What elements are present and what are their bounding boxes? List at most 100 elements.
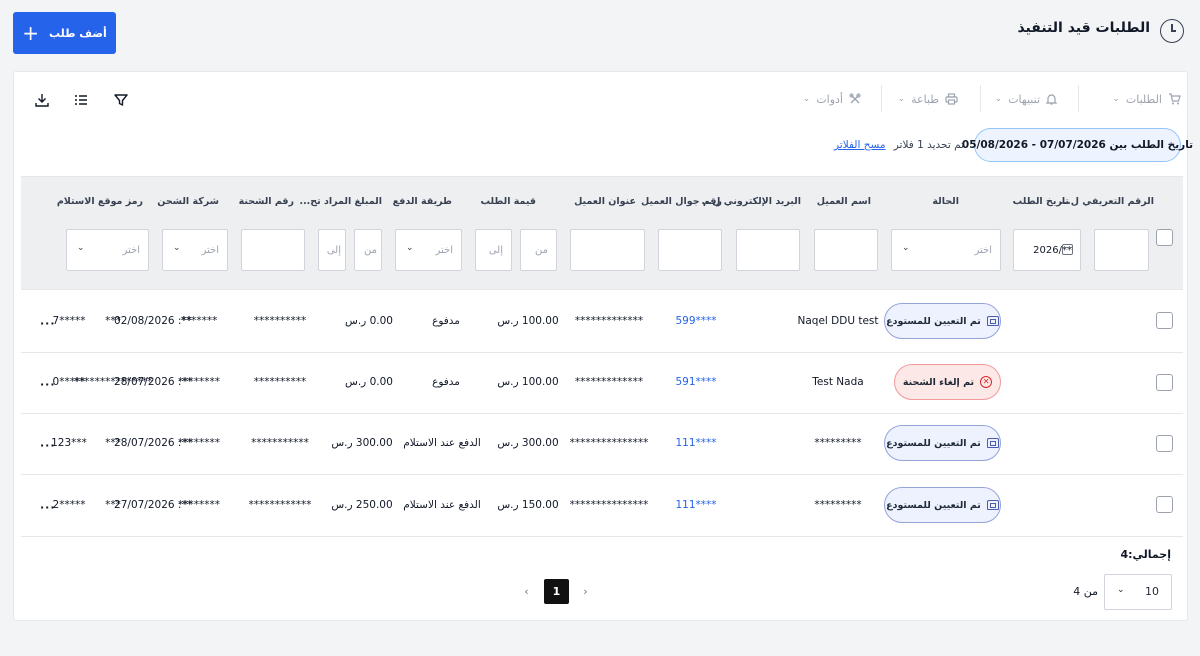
shipment-filter-input[interactable] [241, 229, 305, 271]
status-badge-label: تم إلغاء الشحنة [902, 376, 975, 388]
page-size-select[interactable]: 10 ⌄ [1104, 574, 1172, 610]
warehouse-icon [986, 438, 999, 448]
payment-filter-select[interactable]: اختر ⌄ [395, 229, 462, 271]
email-filter-input[interactable] [736, 229, 800, 271]
date-filter-input[interactable]: **/2026 [1013, 229, 1081, 271]
column-header-order-date[interactable]: تاريخ الطلب [1013, 196, 1069, 207]
download-icon[interactable] [33, 91, 51, 109]
orders-menu[interactable]: الطلبات ⌄ [1112, 91, 1181, 107]
column-header-carrier[interactable]: شركة الشحن [157, 196, 219, 207]
customer-phone[interactable]: ****111 [675, 499, 716, 511]
status-badge: تم التعيين للمستودع [884, 487, 1001, 523]
chevron-down-icon: ⌄ [1117, 585, 1125, 595]
row-checkbox[interactable] [1156, 496, 1173, 513]
column-header-address[interactable]: عنوان العميل [574, 196, 636, 207]
chevron-down-icon: ⌄ [902, 243, 910, 253]
page-button-current[interactable]: 1 [544, 579, 569, 604]
row-checkbox[interactable] [1156, 312, 1173, 329]
customer-address: ************* [574, 315, 644, 327]
selected-filters-count: تم تحديد 1 فلاتر [893, 139, 964, 151]
column-header-order-value[interactable]: قيمة الطلب [480, 196, 536, 207]
row-actions-button[interactable]: ... [40, 315, 56, 328]
column-header-customer-name[interactable]: اسم العميل [817, 196, 871, 207]
order-id[interactable]: ***123 [51, 437, 87, 449]
date-range-filter-chip[interactable]: تاريخ الطلب بين 07/07/2026 - 05/08/2026 [962, 128, 1193, 162]
column-header-pickup-code[interactable]: رمز موقع الاستلام [57, 196, 143, 207]
customer-name: Naqel DDU test [797, 315, 879, 327]
customer-address: *************** [569, 437, 649, 449]
pickup-filter-placeholder: اختر [122, 244, 141, 256]
customer-name: ********* [814, 437, 862, 449]
customer-phone[interactable]: ****599 [675, 315, 716, 327]
select-all-checkbox[interactable] [1156, 229, 1173, 246]
status-badge: تم التعيين للمستودع [884, 303, 1001, 339]
print-menu[interactable]: طباعة ⌄ [898, 91, 958, 107]
print-menu-label: طباعة [911, 92, 939, 106]
next-page-button[interactable]: ‹ [514, 579, 539, 604]
pickup-filter-select[interactable]: اختر ⌄ [66, 229, 149, 271]
column-header-id[interactable]: الرقم التعريفي ل... [1060, 196, 1154, 207]
add-order-label: أضف طلب [48, 26, 107, 40]
customer-address: *************** [569, 499, 649, 511]
cart-icon [1169, 93, 1181, 105]
pickup-code: *** [105, 315, 121, 327]
status-filter-select[interactable]: اختر ⌄ [891, 229, 1001, 271]
carrier: ******** [178, 499, 220, 511]
row-checkbox[interactable] [1156, 435, 1173, 452]
list-icon[interactable] [72, 91, 90, 109]
value-to-input[interactable]: إلى [475, 229, 512, 271]
carrier-filter-select[interactable]: اختر ⌄ [162, 229, 228, 271]
alerts-menu[interactable]: تنبيهات ⌄ [995, 91, 1057, 107]
printer-icon [945, 93, 958, 105]
order-value: 300.00 ر.س [497, 437, 559, 449]
row-checkbox[interactable] [1156, 374, 1173, 391]
column-header-status[interactable]: الحالة [932, 196, 959, 207]
prev-page-button[interactable]: › [573, 579, 598, 604]
chevron-down-icon: ⌄ [173, 243, 181, 253]
pickup-code: *** [105, 499, 121, 511]
id-filter-input[interactable] [1094, 229, 1149, 271]
add-order-button[interactable]: أضف طلب + [13, 12, 116, 54]
row-actions-button[interactable]: ... [40, 437, 56, 450]
orders-menu-label: الطلبات [1125, 92, 1162, 106]
status-badge: تم التعيين للمستودع [884, 425, 1001, 461]
row-actions-button[interactable]: ... [40, 499, 56, 512]
address-filter-input[interactable] [570, 229, 645, 271]
shipment-number: ********** [253, 315, 307, 327]
chevron-down-icon: ⌄ [897, 94, 906, 104]
cod-from-input[interactable]: من [354, 229, 382, 271]
customer-name-filter-input[interactable] [814, 229, 878, 271]
tools-icon [849, 93, 861, 104]
carrier: ******* [180, 315, 218, 327]
shipment-number: ************ [248, 499, 312, 511]
order-id[interactable]: *****7 [53, 315, 86, 327]
row-actions-button[interactable]: ... [40, 376, 56, 389]
column-header-payment-method[interactable]: طريقة الدفع [393, 196, 452, 207]
payment-method: الدفع عند الاستلام [403, 499, 481, 511]
cod-to-input[interactable]: إلى [318, 229, 346, 271]
order-id[interactable]: *****2 [53, 499, 86, 511]
value-from-input[interactable]: من [520, 229, 557, 271]
tools-menu[interactable]: أدوات ⌄ [803, 91, 861, 107]
pickup-code: *** [105, 437, 121, 449]
status-badge-label: تم التعيين للمستودع [886, 437, 981, 449]
order-value: 100.00 ر.س [497, 376, 559, 388]
status-filter-placeholder: اختر [974, 244, 993, 256]
clear-filters-link[interactable]: مسح الفلاتر [834, 139, 886, 151]
carrier: ******** [178, 437, 220, 449]
plus-icon: + [22, 21, 39, 45]
status-badge-label: تم التعيين للمستودع [886, 499, 981, 511]
customer-phone[interactable]: ****111 [675, 437, 716, 449]
filter-icon[interactable] [112, 91, 130, 109]
bell-icon [1046, 94, 1057, 105]
phone-filter-input[interactable] [658, 229, 722, 271]
status-badge: ✕ تم إلغاء الشحنة [894, 364, 1001, 400]
payment-method: مدفوع [432, 376, 460, 388]
value-from-placeholder: من [535, 244, 548, 256]
column-header-phone[interactable]: رقم جوال العميل [641, 196, 722, 207]
column-header-cod-amount[interactable]: المبلغ المراد تح... [299, 196, 382, 207]
chevron-down-icon: ⌄ [1112, 94, 1120, 104]
customer-phone[interactable]: ****591 [675, 376, 716, 388]
row-divider [21, 413, 1183, 414]
column-header-shipment-number[interactable]: رقم الشحنة [239, 196, 294, 207]
